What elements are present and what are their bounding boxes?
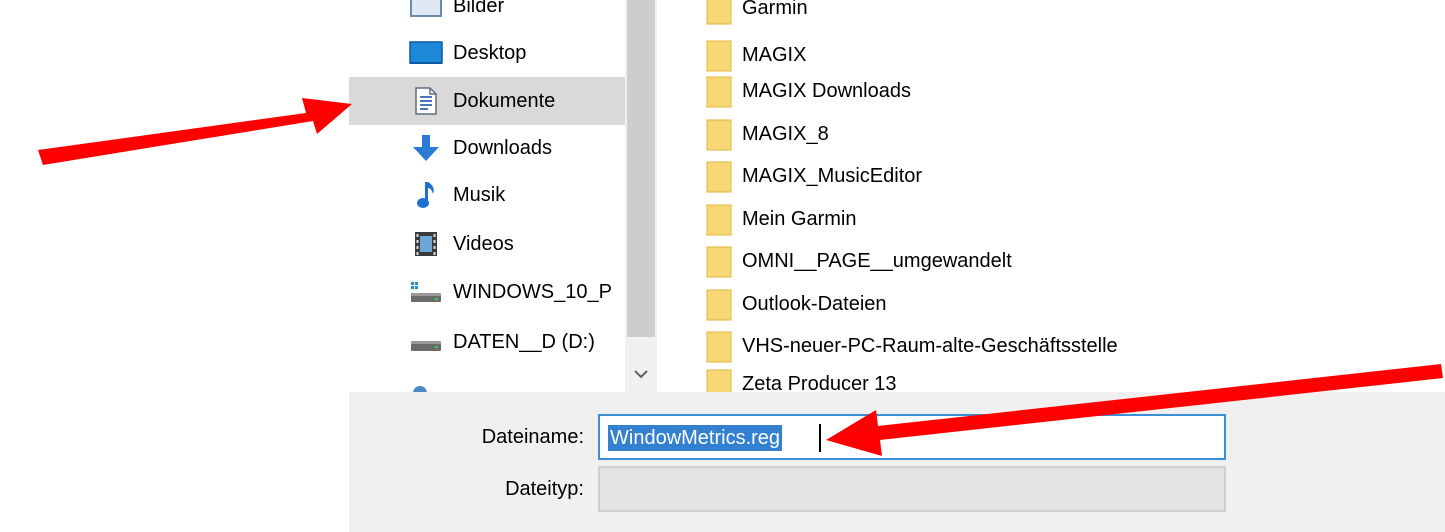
annotation-overlay (38, 98, 1443, 456)
red-arrow-icon (38, 98, 352, 165)
red-arrow-icon (826, 364, 1443, 456)
